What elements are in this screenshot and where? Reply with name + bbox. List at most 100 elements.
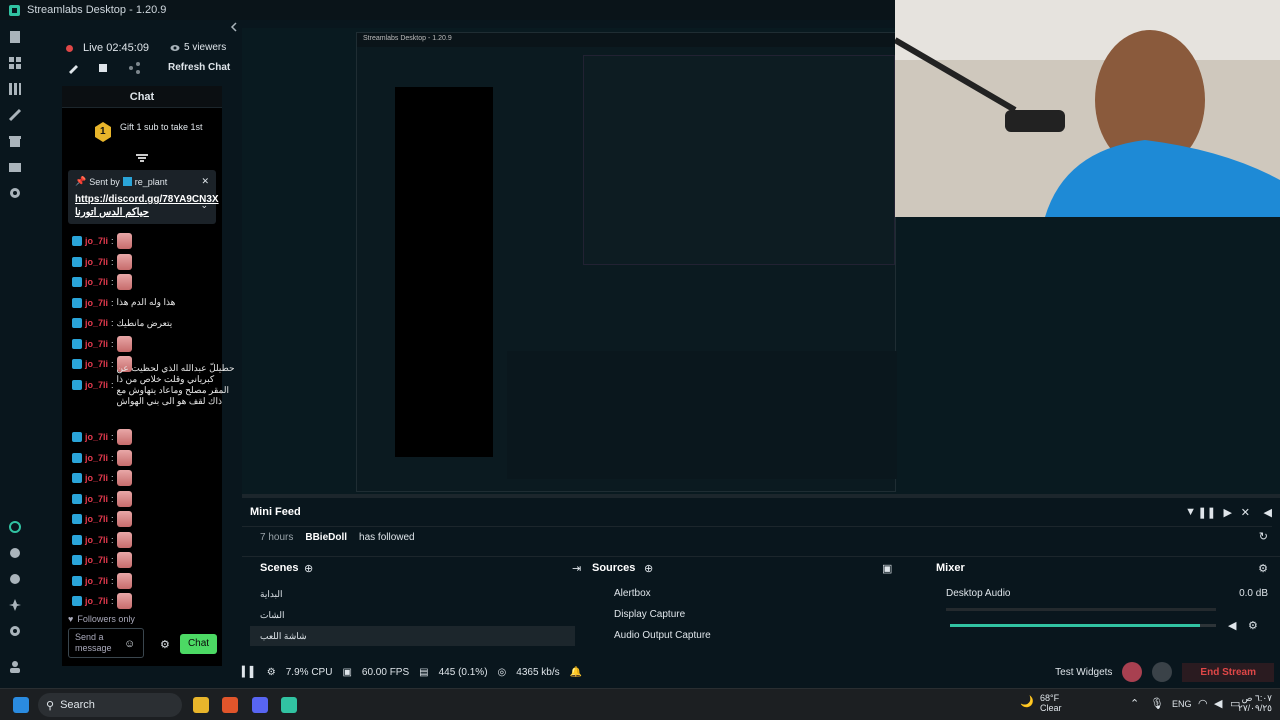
layout-icon[interactable] (8, 82, 22, 96)
chat-message: jo_7li: (72, 232, 132, 250)
source-folder-icon[interactable]: ▣ (882, 562, 892, 575)
chat-message: jo_7li: (72, 572, 132, 590)
platform-icon (72, 514, 82, 524)
add-source-icon[interactable]: ⊕ (644, 562, 653, 575)
stats-icon[interactable]: ▍▌ (242, 667, 257, 678)
source-item[interactable]: Display Capture (598, 605, 878, 625)
clock[interactable]: ٦:٠٧ ص ٢٧/٠٩/٢٥ (1238, 693, 1272, 713)
chat-username: jo_7li (85, 555, 109, 565)
replay-buffer-icon[interactable] (1152, 662, 1173, 682)
refresh-chat-button[interactable]: Refresh Chat (168, 62, 230, 73)
skip-icon[interactable]: ▶ (1224, 506, 1232, 519)
platform-icon (72, 555, 82, 565)
mute-icon[interactable]: ◀ (1228, 619, 1236, 632)
chat-send-button[interactable]: Chat (180, 634, 217, 654)
taskbar-search[interactable]: ⚲ Search (38, 693, 182, 717)
chat-username: jo_7li (85, 338, 109, 349)
chat-username: jo_7li (85, 473, 109, 483)
emote-icon (116, 233, 132, 249)
chat-header: Chat (62, 86, 222, 108)
add-scene-icon[interactable]: ⊕ (304, 562, 313, 575)
collapse-left-icon[interactable] (229, 22, 239, 32)
store-icon[interactable] (8, 134, 22, 148)
widgets-icon[interactable] (8, 572, 22, 586)
volume-icon[interactable]: ◀ (1264, 506, 1272, 519)
chat-message: jo_7li: هذا وله الدم هذا (72, 294, 175, 312)
gear-icon[interactable] (8, 624, 22, 638)
chevron-up-icon[interactable]: ⌃ (1130, 697, 1139, 710)
platform-icon (72, 359, 82, 369)
record-icon[interactable] (8, 186, 22, 200)
link-icon[interactable] (8, 520, 22, 534)
wifi-icon[interactable]: ◠ (1198, 697, 1208, 710)
dashboard-icon[interactable] (8, 56, 22, 70)
media-icon[interactable] (8, 160, 22, 174)
message-text: يتعرض مانطيك (116, 317, 173, 328)
dropped-frames-icon: ▤ (419, 666, 429, 678)
scenes-panel: Scenes ⊕ ⇥ البداية الشات شاشة اللعب (242, 560, 582, 650)
platform-icon (72, 534, 82, 545)
platform-icon (72, 452, 82, 463)
cpu-icon: ⚙ (266, 666, 276, 678)
nested-editor (507, 351, 897, 479)
nested-chat (395, 87, 493, 457)
chat-message: jo_7li: (72, 592, 132, 610)
resize-divider[interactable] (242, 494, 1280, 498)
editor-icon[interactable] (8, 30, 22, 44)
pin-icon[interactable] (97, 62, 109, 74)
unpin-icon[interactable]: ✕ (201, 176, 209, 187)
pause-icon[interactable]: ❚❚ (1198, 506, 1216, 519)
chat-username: jo_7li (85, 596, 109, 606)
weather: 68°F Clear (1040, 693, 1062, 713)
message-text: حطيللّ عبدالله الذي لحظيت عن كبرياني وقل… (116, 362, 235, 406)
streamlabs-icon[interactable] (281, 697, 297, 713)
heart-icon: ♥ (68, 614, 74, 624)
mic-icon[interactable]: 🎙 (1150, 697, 1164, 710)
window-title: Streamlabs Desktop - 1.20.9 (27, 4, 167, 16)
feed-item: 7 hours BBieDoll has followed (242, 526, 1272, 548)
pinned-message[interactable]: 📌 Sent by re_plant ✕ https://discord.gg/… (68, 170, 219, 224)
windows-start-icon[interactable] (13, 697, 29, 713)
channel-settings-icon[interactable]: ⚙ (1248, 619, 1258, 632)
volume-slider[interactable] (950, 624, 1216, 627)
file-explorer-icon[interactable] (193, 697, 209, 713)
bitrate-icon: ◎ (497, 666, 507, 678)
platform-icon (72, 256, 82, 267)
brave-browser-icon[interactable] (222, 697, 238, 713)
platform-icon (72, 432, 82, 442)
mixer-settings-icon[interactable]: ⚙ (1258, 562, 1268, 575)
magic-icon[interactable] (8, 598, 22, 612)
chat-username: jo_7li (85, 379, 109, 390)
discord-icon[interactable] (252, 697, 268, 713)
refresh-icon[interactable]: ↻ (1259, 530, 1268, 543)
settings-share-icon[interactable] (8, 546, 22, 560)
end-stream-button[interactable]: End Stream (1182, 662, 1274, 682)
edit-icon[interactable] (67, 62, 79, 74)
mute-feed-icon[interactable]: ✕ (1241, 506, 1250, 519)
webcam-image (895, 0, 1280, 217)
scene-transition-icon[interactable]: ⇥ (572, 562, 581, 575)
share-icon[interactable] (128, 62, 140, 74)
language[interactable]: ENG (1172, 699, 1192, 709)
discord-link[interactable]: https://discord.gg/78YA9CN3X حياكم الدس … (75, 193, 219, 219)
scene-item[interactable]: البداية (250, 584, 575, 604)
chat-settings-icon[interactable]: ⚙ (160, 638, 170, 651)
tools-icon[interactable] (8, 108, 22, 122)
scene-item[interactable]: الشات (250, 605, 575, 625)
emote-icon (116, 470, 132, 486)
filter-icon[interactable] (136, 154, 148, 162)
record-button-icon[interactable] (1122, 662, 1143, 682)
chevron-down-icon[interactable]: ⌄ (200, 200, 208, 211)
speaker-icon[interactable]: ◀ (1214, 697, 1222, 710)
chat-message: jo_7li: يتعرض مانطيك (72, 314, 172, 332)
scene-item[interactable]: شاشة اللعب (250, 626, 575, 646)
emoji-icon[interactable]: ☺ (124, 638, 135, 650)
notification-bell-icon[interactable]: 🔔 (570, 667, 582, 678)
source-item[interactable]: Audio Output Capture (598, 626, 878, 646)
source-item[interactable]: Alertbox (598, 584, 878, 604)
test-widgets-button[interactable]: Test Widgets (1055, 667, 1112, 678)
emote-icon (116, 531, 132, 548)
user-icon[interactable] (8, 660, 22, 674)
message-text: هذا وله الدم هذا (116, 297, 176, 307)
filter-feed-icon[interactable]: ▼ (1185, 506, 1196, 518)
